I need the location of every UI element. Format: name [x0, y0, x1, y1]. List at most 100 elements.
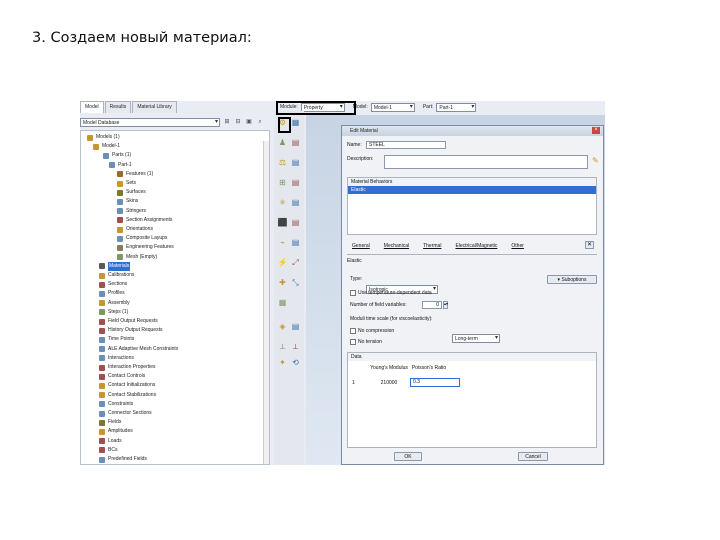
tree-node[interactable]: ALE Adaptive Mesh Constraints [99, 345, 178, 354]
tree-node[interactable]: Materials [99, 261, 131, 271]
temp-dep-checkbox[interactable] [350, 290, 356, 296]
menu-mechanical[interactable]: Mechanical [384, 243, 409, 249]
close-icon[interactable]: × [592, 127, 600, 134]
special-icon[interactable]: ✳ [277, 197, 288, 208]
behavior-item-elastic[interactable]: Elastic [348, 186, 596, 194]
tree-node-label: Contact Initializations [108, 382, 156, 389]
tree-node[interactable]: Loads [99, 437, 122, 446]
composite-icon[interactable]: ◈ [277, 321, 288, 332]
partition-icon[interactable]: ▦ [277, 297, 288, 308]
tree-node[interactable]: Steps (1) [99, 308, 128, 317]
tree-node[interactable]: Features (1) [117, 170, 153, 179]
search-icon[interactable]: ⌕ [256, 118, 264, 126]
tree-node[interactable]: Models (1) [87, 133, 120, 142]
tab-results[interactable]: Results [104, 101, 132, 113]
tree-node[interactable]: Sets [117, 179, 136, 188]
point-icon[interactable]: ✚ [277, 277, 288, 288]
field-vars-input[interactable]: 0 [422, 301, 442, 309]
no-compression-label: No compression [358, 328, 395, 334]
skin-icon[interactable]: ⬛ [277, 217, 288, 228]
cell-young[interactable]: 210000 [370, 379, 408, 387]
field-vars-stepper[interactable]: ▴▾ [443, 301, 448, 309]
ok-button[interactable]: OK [394, 452, 422, 461]
tree-node[interactable]: History Output Requests [99, 326, 162, 335]
tree-node-icon [117, 208, 123, 215]
stringer-icon[interactable]: ⌁ [277, 237, 288, 248]
tree-node[interactable]: Amplitudes [99, 427, 133, 436]
no-tension-checkbox[interactable] [350, 339, 356, 345]
tree-node[interactable]: Mesh (Empty) [117, 253, 157, 262]
tree-node[interactable]: Part-1 [109, 161, 132, 170]
tree-node[interactable]: Contact Stabilizations [99, 391, 156, 400]
tree-node[interactable]: Time Points [99, 335, 134, 344]
tree-node[interactable]: Section Assignments [117, 216, 172, 225]
csys-icon[interactable]: ⟂ [290, 341, 301, 352]
part-select[interactable]: Part-1 [436, 102, 477, 112]
create-section-icon[interactable]: ♟ [277, 137, 288, 148]
attach-icon[interactable]: ✦ [277, 357, 288, 368]
tree-node-icon [117, 198, 123, 205]
line-icon[interactable]: ⤡ [290, 277, 301, 288]
tree-node[interactable]: Composite Layups [117, 234, 167, 243]
tree-node-icon [99, 336, 105, 343]
composite-manager-icon[interactable]: ▤ [290, 321, 301, 332]
query-icon[interactable]: ⟲ [290, 357, 301, 368]
tree-node[interactable]: Contact Initializations [99, 381, 155, 390]
collapse-icon[interactable]: ⊟ [234, 118, 242, 126]
tree-node[interactable]: Predefined Fields [99, 455, 147, 464]
axis-icon[interactable]: ⟂ [277, 341, 288, 352]
cell-poisson[interactable]: 0.3 [410, 378, 460, 387]
filter-icon[interactable]: ⊞ [223, 118, 231, 126]
tree-node[interactable]: Interactions [99, 354, 134, 363]
tree-node[interactable]: Interaction Properties [99, 363, 156, 372]
tree-node[interactable]: Assembly [99, 299, 130, 308]
expand-icon[interactable]: ▣ [245, 118, 253, 126]
tree-database-select[interactable]: Model Database [80, 117, 220, 127]
profile-manager-icon[interactable]: ▤ [290, 177, 301, 188]
tree-node[interactable]: Calibrations [99, 271, 134, 280]
material-manager-icon[interactable]: ▦ [290, 117, 301, 128]
tree-node-label: Mesh (Empty) [126, 253, 158, 260]
special-manager-icon[interactable]: ▤ [290, 197, 301, 208]
tree-node[interactable]: Connector Sections [99, 409, 152, 418]
assign-section-icon[interactable]: ⚖ [277, 157, 288, 168]
tree-node[interactable]: Contact Controls [99, 372, 145, 381]
suboptions-button[interactable]: ▾ Suboptions [547, 275, 597, 284]
tree-node[interactable]: Profiles [99, 289, 125, 298]
datum-icon[interactable]: ⤢ [290, 257, 301, 268]
tree-node[interactable]: Fields [99, 418, 121, 427]
menu-other[interactable]: Other [511, 243, 524, 249]
section-manager-icon[interactable]: ▤ [290, 137, 301, 148]
tree-scrollbar[interactable] [263, 141, 269, 464]
skin-manager-icon[interactable]: ▤ [290, 217, 301, 228]
delete-behavior-icon[interactable]: ✕ [585, 241, 594, 249]
edit-pencil-icon[interactable]: ✎ [592, 156, 599, 165]
cancel-button[interactable]: Cancel [518, 452, 548, 461]
tab-model[interactable]: Model [80, 101, 104, 113]
name-field[interactable]: STEEL [366, 141, 446, 149]
tree-node[interactable]: Field Output Requests [99, 317, 158, 326]
assignment-manager-icon[interactable]: ▤ [290, 157, 301, 168]
moduli-select[interactable]: Long-term [452, 334, 500, 343]
tree-node[interactable]: Stringers [117, 207, 146, 216]
menu-general[interactable]: General [352, 243, 370, 249]
menu-thermal[interactable]: Thermal [423, 243, 441, 249]
tree-node[interactable]: BCs [99, 446, 117, 455]
tree-node[interactable]: Engineering Features [117, 243, 174, 252]
tab-material-library[interactable]: Material Library [132, 101, 177, 113]
menu-electrical-magnetic[interactable]: Electrical/Magnetic [455, 243, 497, 249]
tree-node[interactable]: Model-1 [93, 142, 120, 151]
tree-node[interactable]: Orientations [117, 225, 153, 234]
no-compression-checkbox[interactable] [350, 328, 356, 334]
create-profile-icon[interactable]: ⊞ [277, 177, 288, 188]
tree-node[interactable]: Parts (1) [103, 151, 131, 160]
tree-node[interactable]: Constraints [99, 400, 133, 409]
tree-node[interactable]: Surfaces [117, 188, 146, 197]
orientation-icon[interactable]: ⚡ [277, 257, 288, 268]
description-field[interactable] [384, 155, 588, 169]
tree-node-icon [99, 309, 105, 316]
model-select[interactable]: Model-1 [370, 102, 415, 112]
tree-node[interactable]: Sections [99, 280, 127, 289]
tree-node[interactable]: Skins [117, 197, 138, 206]
stringer-manager-icon[interactable]: ▤ [290, 237, 301, 248]
